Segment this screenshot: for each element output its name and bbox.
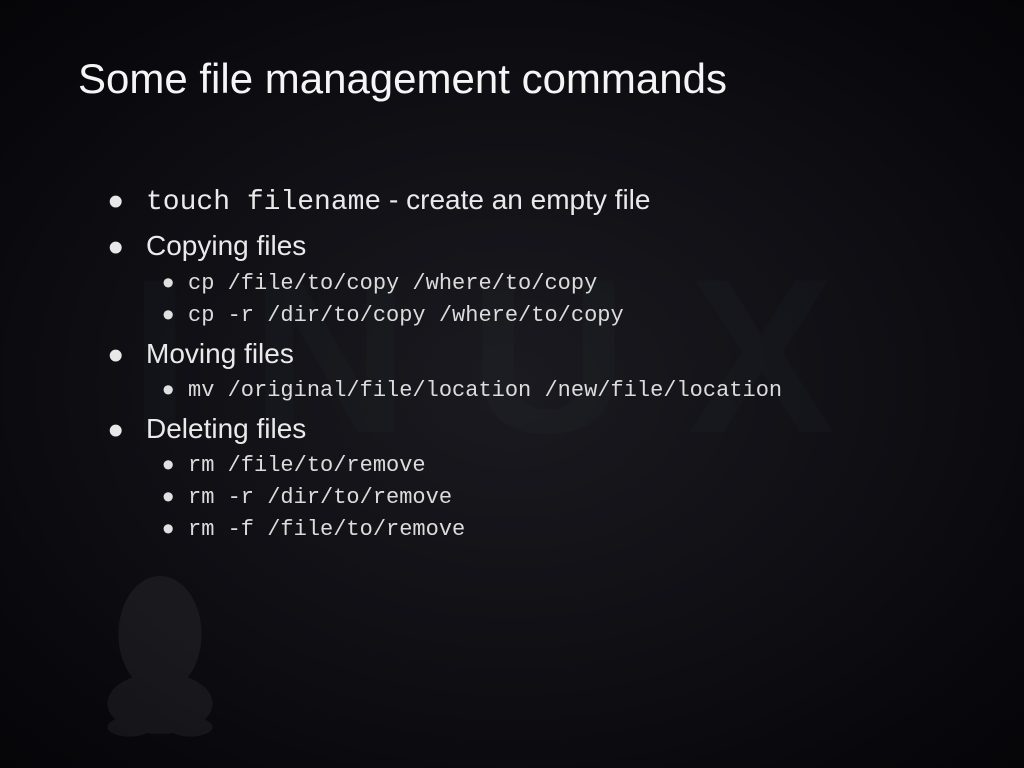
slide: INUX Some file management commands touch… bbox=[0, 0, 1024, 768]
bullet-moving: Moving files mv /original/file/location … bbox=[108, 332, 1024, 407]
desc-touch: - create an empty file bbox=[381, 184, 650, 215]
code-rm-file: rm /file/to/remove bbox=[158, 450, 1024, 482]
label-deleting: Deleting files bbox=[146, 413, 306, 444]
label-copying: Copying files bbox=[146, 230, 306, 261]
code-rm-dir: rm -r /dir/to/remove bbox=[158, 482, 1024, 514]
sublist-copying: cp /file/to/copy /where/to/copy cp -r /d… bbox=[146, 268, 1024, 332]
bullet-touch: touch filename - create an empty file bbox=[108, 178, 1024, 224]
code-touch: touch filename bbox=[146, 187, 381, 218]
bullet-list: touch filename - create an empty file Co… bbox=[0, 178, 1024, 546]
code-cp-file: cp /file/to/copy /where/to/copy bbox=[158, 268, 1024, 300]
bullet-copying: Copying files cp /file/to/copy /where/to… bbox=[108, 224, 1024, 331]
tux-penguin-watermark bbox=[90, 558, 230, 738]
code-rm-force: rm -f /file/to/remove bbox=[158, 514, 1024, 546]
label-moving: Moving files bbox=[146, 338, 294, 369]
sublist-deleting: rm /file/to/remove rm -r /dir/to/remove … bbox=[146, 450, 1024, 546]
code-cp-dir: cp -r /dir/to/copy /where/to/copy bbox=[158, 300, 1024, 332]
bullet-deleting: Deleting files rm /file/to/remove rm -r … bbox=[108, 407, 1024, 546]
sublist-moving: mv /original/file/location /new/file/loc… bbox=[146, 375, 1024, 407]
slide-title: Some file management commands bbox=[0, 0, 1024, 103]
code-mv: mv /original/file/location /new/file/loc… bbox=[158, 375, 1024, 407]
